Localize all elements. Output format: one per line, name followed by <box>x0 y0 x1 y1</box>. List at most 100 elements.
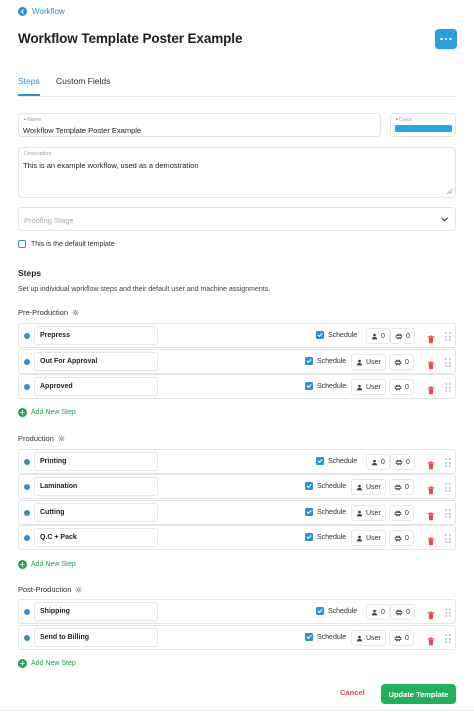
default-machine-selector[interactable]: 0 <box>390 328 415 344</box>
name-field[interactable]: •Name Workflow Template Poster Example <box>18 113 381 137</box>
step-name-input[interactable]: Send to Billing <box>34 628 158 647</box>
add-new-step-button[interactable]: Add New Step <box>18 560 76 569</box>
resize-grip-icon[interactable] <box>446 188 453 195</box>
default-machine-selector[interactable]: 0 <box>389 354 414 370</box>
machine-icon <box>394 384 402 391</box>
step-name-input[interactable]: Shipping <box>34 602 158 621</box>
schedule-label: Schedule <box>328 457 358 465</box>
trash-icon[interactable] <box>427 533 435 551</box>
step-color-dot <box>24 609 30 615</box>
default-user-value: User <box>366 509 381 517</box>
default-user-selector[interactable]: User <box>351 505 386 521</box>
add-new-step-button[interactable]: Add New Step <box>18 408 76 417</box>
description-field-value: This is an example workflow, used as a d… <box>23 161 199 170</box>
user-icon <box>371 333 378 340</box>
description-field-label: Description <box>24 151 52 157</box>
schedule-option[interactable]: Schedule <box>305 533 346 541</box>
tab-custom-fields[interactable]: Custom Fields <box>56 76 110 86</box>
proofing-stage-select[interactable]: Proofing Stage <box>18 207 456 231</box>
default-user-selector[interactable]: User <box>351 530 386 546</box>
gear-icon[interactable] <box>75 586 83 593</box>
step-name-input[interactable]: Printing <box>34 452 158 471</box>
default-user-selector[interactable]: 0 <box>366 328 390 344</box>
trash-icon[interactable] <box>427 482 435 500</box>
schedule-checkbox[interactable] <box>305 533 313 541</box>
step-name-input[interactable]: Prepress <box>34 326 158 345</box>
default-user-selector[interactable]: User <box>351 354 386 370</box>
steps-description: Set up individual workflow steps and the… <box>18 286 271 293</box>
trash-icon[interactable] <box>427 508 435 526</box>
default-machine-selector[interactable]: 0 <box>390 454 415 470</box>
add-new-step-button[interactable]: Add New Step <box>18 659 76 668</box>
schedule-label: Schedule <box>317 633 347 641</box>
add-new-step-label: Add New Step <box>31 660 76 667</box>
schedule-checkbox[interactable] <box>316 331 324 339</box>
back-arrow-icon <box>18 7 27 16</box>
drag-handle-icon[interactable] <box>445 358 451 367</box>
drag-handle-icon[interactable] <box>445 534 451 543</box>
chevron-down-icon <box>441 217 448 222</box>
schedule-option[interactable]: Schedule <box>316 607 357 615</box>
machine-icon <box>394 510 402 517</box>
schedule-checkbox[interactable] <box>305 482 313 490</box>
schedule-option[interactable]: Schedule <box>305 508 346 516</box>
default-user-selector[interactable]: User <box>351 479 386 495</box>
default-user-selector[interactable]: 0 <box>366 454 390 470</box>
drag-handle-icon[interactable] <box>445 634 451 643</box>
schedule-option[interactable]: Schedule <box>305 633 346 641</box>
description-field[interactable]: Description This is an example workflow,… <box>18 147 456 198</box>
drag-handle-icon[interactable] <box>445 332 451 341</box>
cancel-button[interactable]: Cancel <box>340 688 365 697</box>
trash-icon[interactable] <box>427 331 435 349</box>
trash-icon[interactable] <box>427 457 435 475</box>
default-template-checkbox[interactable] <box>18 240 26 248</box>
schedule-checkbox[interactable] <box>316 457 324 465</box>
name-field-value: Workflow Template Poster Example <box>23 126 142 135</box>
schedule-option[interactable]: Schedule <box>316 457 357 465</box>
step-name-input[interactable]: Cutting <box>34 503 158 522</box>
default-machine-selector[interactable]: 0 <box>389 479 414 495</box>
trash-icon[interactable] <box>427 382 435 400</box>
more-options-button[interactable] <box>435 29 457 49</box>
default-machine-selector[interactable]: 0 <box>389 505 414 521</box>
user-icon <box>356 635 363 642</box>
drag-handle-icon[interactable] <box>445 608 451 617</box>
gear-icon[interactable] <box>58 435 65 442</box>
default-user-value: User <box>366 534 381 542</box>
update-template-button[interactable]: Update Template <box>381 684 456 704</box>
user-icon <box>356 535 363 542</box>
tab-steps[interactable]: Steps <box>18 76 40 86</box>
step-name-input[interactable]: Lamination <box>34 477 158 496</box>
default-user-selector[interactable]: 0 <box>366 604 390 620</box>
schedule-option[interactable]: Schedule <box>305 357 346 365</box>
schedule-checkbox[interactable] <box>316 607 324 615</box>
more-dots-icon <box>440 37 443 41</box>
step-name-input[interactable]: Approved <box>34 377 158 396</box>
default-user-selector[interactable]: User <box>351 630 386 646</box>
step-color-dot <box>24 535 30 541</box>
schedule-option[interactable]: Schedule <box>305 482 346 490</box>
default-machine-selector[interactable]: 0 <box>389 379 414 395</box>
back-link[interactable]: Workflow <box>18 7 65 16</box>
drag-handle-icon[interactable] <box>445 383 451 392</box>
drag-handle-icon[interactable] <box>445 483 451 492</box>
schedule-option[interactable]: Schedule <box>316 331 357 339</box>
schedule-option[interactable]: Schedule <box>305 382 346 390</box>
schedule-checkbox[interactable] <box>305 357 313 365</box>
drag-handle-icon[interactable] <box>445 509 451 518</box>
trash-icon[interactable] <box>427 633 435 651</box>
step-name-input[interactable]: Q.C + Pack <box>34 528 158 547</box>
drag-handle-icon[interactable] <box>445 458 451 467</box>
trash-icon[interactable] <box>427 357 435 375</box>
default-machine-selector[interactable]: 0 <box>389 630 414 646</box>
default-machine-selector[interactable]: 0 <box>389 530 414 546</box>
step-name-input[interactable]: Out For Approval <box>34 352 158 371</box>
color-field[interactable]: •Color <box>390 113 456 137</box>
gear-icon[interactable] <box>72 309 79 316</box>
schedule-checkbox[interactable] <box>305 508 313 516</box>
schedule-checkbox[interactable] <box>305 382 313 390</box>
default-user-selector[interactable]: User <box>351 379 386 395</box>
default-machine-selector[interactable]: 0 <box>390 604 415 620</box>
schedule-checkbox[interactable] <box>305 633 313 641</box>
trash-icon[interactable] <box>427 607 435 625</box>
